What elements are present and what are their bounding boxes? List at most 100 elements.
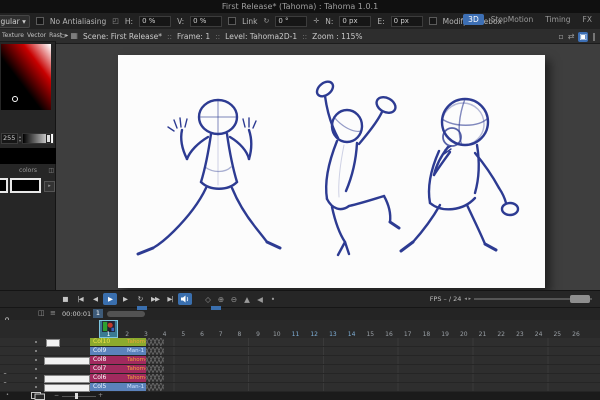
frame-22[interactable]: 22	[492, 320, 511, 338]
column-name[interactable]: Col8	[90, 356, 126, 364]
flip-vertical-button[interactable]: ▲	[241, 293, 253, 305]
field-guide-icon[interactable]: ▦	[70, 31, 78, 41]
tool-mode-dropdown[interactable]: Regular ▾	[0, 15, 30, 28]
level-cell[interactable]: Tahom-1	[126, 374, 146, 382]
column-name[interactable]: Col10	[90, 338, 126, 346]
frame-13[interactable]: 13	[323, 320, 342, 338]
track-row-col5[interactable]: Col5Man-1	[0, 383, 600, 392]
level-cell[interactable]: Tahom-1	[126, 338, 146, 346]
e-move-field[interactable]: 0 px	[391, 16, 423, 27]
flip-horizontal-button[interactable]: ◀	[254, 293, 266, 305]
track-row-col8[interactable]: Col8Tahom-1	[0, 356, 600, 365]
frame-9[interactable]: 9	[249, 320, 268, 338]
drawing-canvas[interactable]	[118, 55, 545, 288]
frame-2[interactable]: 2	[118, 320, 137, 338]
tab-texture[interactable]: Texture	[2, 32, 24, 39]
frame-17[interactable]: 17	[398, 320, 417, 338]
track-row-col6[interactable]: Col6Tahom-1	[0, 374, 600, 383]
track-row-col7[interactable]: Col7Tahom-1	[0, 365, 600, 374]
swap-compare-icon[interactable]: ⇄	[568, 32, 575, 42]
splitter-handle[interactable]	[211, 306, 221, 310]
loop-button[interactable]: ↻	[133, 293, 147, 305]
hsv-cursor[interactable]	[12, 96, 18, 102]
flip-view-button[interactable]: ◇	[202, 293, 214, 305]
v-scale-field[interactable]: 0 %	[190, 16, 222, 27]
visibility-dot[interactable]	[35, 368, 37, 370]
track-row-col10[interactable]: Col10Tahom-1	[0, 338, 600, 347]
rotate-icon[interactable]: ↻	[263, 17, 269, 25]
frame-6[interactable]: 6	[193, 320, 212, 338]
prev-frame-button[interactable]: ◀	[88, 293, 102, 305]
color-swatch[interactable]	[0, 178, 8, 193]
no-antialiasing-checkbox[interactable]	[36, 17, 44, 25]
track-row-col9[interactable]: Col9Man-1	[0, 347, 600, 356]
column-name[interactable]: Col7	[90, 365, 126, 373]
level-cell[interactable]: Man-1	[126, 383, 146, 391]
step-forward-button[interactable]: ▶▶	[148, 293, 162, 305]
visibility-dot[interactable]	[35, 377, 37, 379]
frame-19[interactable]: 19	[436, 320, 455, 338]
frame-ruler[interactable]: 1234567891011121314151617181920212223242…	[0, 320, 600, 339]
flip-scale-icon[interactable]: ◰	[112, 17, 119, 25]
frame-23[interactable]: 23	[510, 320, 529, 338]
empty-cells[interactable]	[164, 338, 600, 346]
timeline-zoom-handle[interactable]	[75, 393, 78, 399]
frame-1[interactable]: 1	[99, 320, 118, 338]
empty-cells[interactable]	[164, 347, 600, 355]
last-frame-button[interactable]: ▶|	[163, 293, 177, 305]
column-name[interactable]: Col9	[90, 347, 126, 355]
level-thumbnail[interactable]	[46, 339, 60, 347]
room-tab-timing[interactable]: Timing	[540, 14, 575, 25]
timeline-zoom-out[interactable]: −	[54, 392, 59, 400]
reset-view-button[interactable]: •	[267, 293, 279, 305]
hsv-color-square[interactable]	[1, 44, 51, 110]
next-frame-button[interactable]: ▶	[118, 293, 132, 305]
frame-15[interactable]: 15	[361, 320, 380, 338]
link-checkbox[interactable]	[228, 17, 236, 25]
visibility-dot[interactable]	[35, 359, 37, 361]
swatch-options-button[interactable]: ▸	[44, 181, 55, 192]
level-cell[interactable]: Tahom-1	[126, 356, 146, 364]
empty-cells[interactable]	[164, 383, 600, 391]
menu-icon[interactable]: ≡	[50, 309, 56, 317]
fps-spinner[interactable]: ◂ ▸	[464, 296, 471, 302]
column-name[interactable]: Col6	[90, 374, 126, 382]
frame-4[interactable]: 4	[155, 320, 174, 338]
sound-button[interactable]	[178, 293, 192, 305]
frame-26[interactable]: 26	[567, 320, 586, 338]
value-slider[interactable]	[22, 133, 54, 144]
frame-25[interactable]: 25	[548, 320, 567, 338]
tab-vector[interactable]: Vector	[27, 32, 46, 39]
3d-view-icon[interactable]: ▣	[578, 32, 588, 42]
fps-slider-handle[interactable]	[570, 295, 590, 303]
frame-20[interactable]: 20	[454, 320, 473, 338]
fps-slider[interactable]	[474, 293, 592, 305]
frame-24[interactable]: 24	[529, 320, 548, 338]
column-name[interactable]: Col5	[90, 383, 126, 391]
level-thumbnail[interactable]	[44, 357, 90, 365]
room-tab-stopmotion[interactable]: StopMotion	[486, 14, 538, 25]
frame-12[interactable]: 12	[305, 320, 324, 338]
zoom-out-button[interactable]: ⊖	[228, 293, 240, 305]
visibility-dot[interactable]	[35, 386, 37, 388]
empty-cells[interactable]	[164, 365, 600, 373]
tab-raster[interactable]: Rast	[49, 32, 62, 39]
color-swatch-selected[interactable]	[10, 178, 41, 193]
current-frame-field[interactable]: 1	[93, 309, 103, 318]
frame-5[interactable]: 5	[174, 320, 193, 338]
visibility-dot[interactable]	[35, 350, 37, 352]
value-slider-handle[interactable]	[46, 134, 51, 143]
play-button[interactable]: ▶	[103, 293, 117, 305]
frame-8[interactable]: 8	[230, 320, 249, 338]
value-spinner[interactable]: ▴▾	[19, 135, 21, 143]
n-move-field[interactable]: 0 px	[339, 16, 371, 27]
timeline-scrollbar[interactable]	[107, 311, 145, 317]
empty-cells[interactable]	[164, 356, 600, 364]
room-tab-fx[interactable]: FX	[578, 14, 597, 25]
modify-savebox-checkbox[interactable]	[429, 17, 437, 25]
level-cell[interactable]: Tahom-1	[126, 365, 146, 373]
frame-16[interactable]: 16	[380, 320, 399, 338]
pegbar-icon[interactable]: ◫	[38, 309, 45, 317]
level-thumbnail[interactable]	[44, 375, 90, 383]
value-field[interactable]: 255	[1, 133, 18, 144]
